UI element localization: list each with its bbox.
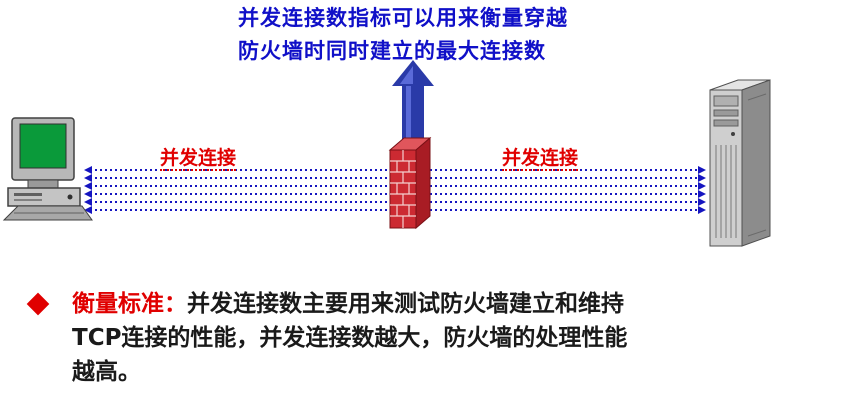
criterion-bullet: 衡量标准：并发连接数主要用来测试防火墙建立和维持 TCP连接的性能，并发连接数越… (24, 287, 834, 389)
right-connection-label: 并发连接 (502, 147, 579, 171)
connection-diagram (2, 60, 771, 247)
pc-icon (2, 117, 93, 221)
bullet-line-2: TCP连接的性能，并发连接数越大，防火墙的处理性能 (72, 325, 628, 351)
server-icon (709, 79, 771, 247)
bullet-line-1: 并发连接数主要用来测试防火墙建立和维持 (187, 291, 624, 317)
firewall-icon (388, 136, 432, 230)
bullet-line-1-row: 衡量标准：并发连接数主要用来测试防火墙建立和维持 (72, 287, 834, 321)
left-connection-label: 并发连接 (160, 147, 237, 171)
up-arrow-icon (392, 60, 434, 142)
criterion-label: 衡量标准： (72, 291, 187, 317)
diamond-bullet-icon (26, 292, 50, 316)
bullet-line-3: 越高。 (72, 359, 141, 385)
